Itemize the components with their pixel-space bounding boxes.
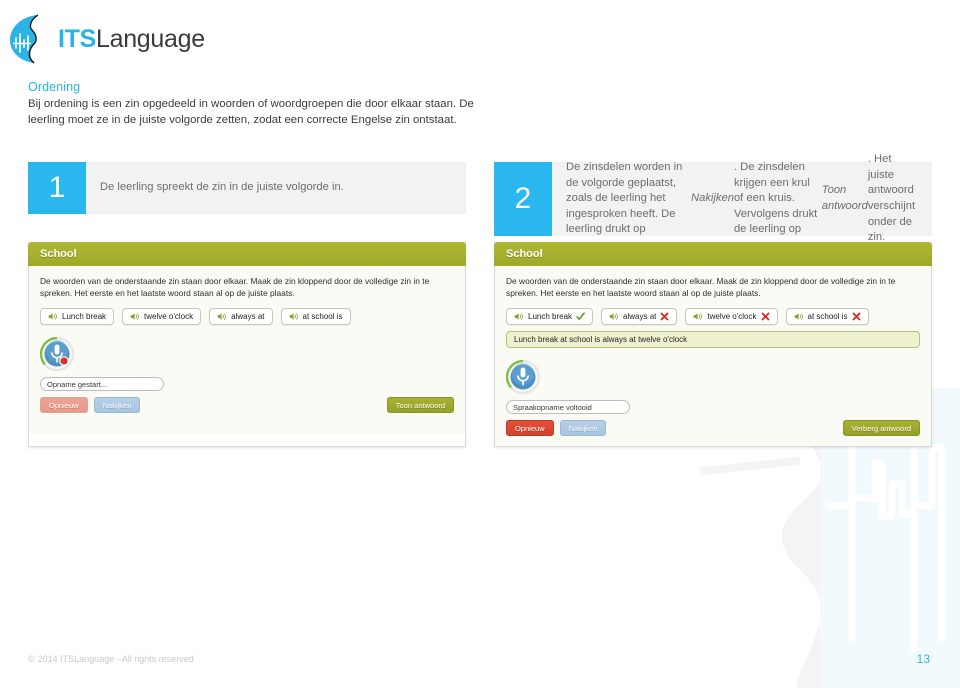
word-chip-label: twelve o'clock — [707, 312, 757, 322]
word-chip[interactable]: Lunch break — [506, 308, 594, 326]
app2-body: De woorden van de onderstaande zin staan… — [495, 266, 931, 447]
brand-name-its: ITS — [58, 24, 96, 53]
speaker-icon — [609, 313, 618, 320]
check-button[interactable]: Nakijken — [559, 420, 607, 437]
word-chip-label: at school is — [807, 312, 848, 322]
step-2-emphasis-toon-antwoord: Toon antwoord — [821, 184, 868, 212]
microphone-icon[interactable] — [506, 360, 540, 395]
step-2-text-part3: . Het juiste antwoord verschijnt onder d… — [867, 153, 916, 244]
steps-row: 1 De leerling spreekt de zin in de juist… — [28, 153, 932, 243]
speaker-icon — [48, 313, 57, 320]
app1-status-field: Opname gestart... — [40, 377, 164, 392]
word-chip-label: always at — [231, 312, 265, 322]
speaker-icon — [514, 313, 523, 320]
word-chip[interactable]: twelve o'clock — [685, 308, 778, 326]
check-icon — [576, 312, 585, 321]
app1-mic-area: Opname gestart... Opnieuw Nakijken Toon … — [40, 337, 454, 414]
app1-title: School — [40, 248, 77, 260]
answer-sentence-bar: Lunch break at school is always at twelv… — [506, 331, 920, 349]
brand-logo: ITSLanguage — [8, 14, 205, 64]
hide-answer-button[interactable]: Verberg antwoord — [842, 420, 920, 437]
step-1: 1 De leerling spreekt de zin in de juist… — [28, 162, 466, 214]
cross-icon — [660, 312, 669, 321]
retry-button[interactable]: Opnieuw — [506, 420, 554, 437]
app1-button-row: Opnieuw Nakijken Toon antwoord — [40, 397, 454, 414]
app1-instruction: De woorden van de onderstaande zin staan… — [40, 276, 430, 298]
speaker-icon — [130, 313, 139, 320]
word-chip[interactable]: Lunch break — [40, 308, 115, 326]
word-chip-label: at school is — [302, 312, 343, 322]
word-chip-label: Lunch break — [62, 312, 107, 322]
speaker-icon — [289, 313, 298, 320]
app2-titlebar: School — [494, 242, 932, 266]
app2-status-field: Spraakopname voltooid — [506, 400, 630, 415]
word-chip-label: twelve o'clock — [144, 312, 194, 322]
step-2-emphasis-nakijken: Nakijken — [691, 192, 734, 205]
app-screenshot-2: School De woorden van de onderstaande zi… — [494, 242, 932, 448]
step-2-text-part1: De zinsdelen worden in de volgorde gepla… — [566, 161, 683, 236]
copyright-text: 2014 ITSLanguage - All rights reserved — [37, 654, 194, 664]
app2-mic-area: Spraakopname voltooid Opnieuw Nakijken V… — [506, 360, 920, 437]
app1-word-chips: Lunch break twelve o'clock always at at … — [40, 308, 454, 326]
its-face-waveform-logo-icon — [10, 14, 39, 64]
screenshots-row: School De woorden van de onderstaande zi… — [28, 242, 932, 448]
microphone-recording-icon[interactable] — [40, 337, 74, 372]
step-2-number: 2 — [494, 162, 552, 236]
intro-section: Ordening Bij ordening is een zin opgedee… — [28, 80, 498, 128]
check-button[interactable]: Nakijken — [93, 397, 141, 414]
app2-word-chips: Lunch break always at twelve o'clock at … — [506, 308, 920, 326]
footer: © 2014 ITSLanguage - All rights reserved — [28, 654, 194, 664]
intro-paragraph: Bij ordening is een zin opgedeeld in woo… — [28, 98, 474, 127]
word-chip[interactable]: always at — [209, 308, 273, 326]
step-1-number: 1 — [28, 162, 86, 214]
cross-icon — [852, 312, 860, 321]
app1-titlebar: School — [28, 242, 466, 266]
word-chip-label: always at — [623, 312, 657, 322]
app2-title: School — [506, 248, 543, 260]
step-2-text-part2: . De zinsdelen krijgen een krul of een k… — [733, 161, 818, 236]
app1-body: De woorden van de onderstaande zin staan… — [29, 266, 465, 434]
brand-wordmark: ITSLanguage — [58, 25, 205, 54]
step-2-text: De zinsdelen worden in de volgorde gepla… — [552, 153, 932, 243]
page-number: 13 — [916, 652, 930, 666]
retry-button[interactable]: Opnieuw — [40, 397, 88, 414]
word-chip-label: Lunch break — [528, 312, 573, 322]
app2-instruction: De woorden van de onderstaande zin staan… — [506, 276, 896, 298]
step-2: 2 De zinsdelen worden in de volgorde gep… — [494, 153, 932, 243]
page-title: Ordening — [28, 80, 81, 94]
step-1-text: De leerling spreekt de zin in de juiste … — [100, 181, 344, 194]
cross-icon — [761, 312, 769, 321]
word-chip[interactable]: at school is — [280, 308, 351, 326]
show-answer-button[interactable]: Toon antwoord — [386, 397, 454, 414]
app2-button-row: Opnieuw Nakijken Verberg antwoord — [506, 420, 920, 437]
speaker-icon — [694, 313, 703, 320]
word-chip[interactable]: always at — [601, 308, 678, 326]
speaker-icon — [794, 313, 803, 320]
word-chip[interactable]: twelve o'clock — [122, 308, 202, 326]
word-chip[interactable]: at school is — [785, 308, 869, 326]
speaker-icon — [217, 313, 226, 320]
app-screenshot-1: School De woorden van de onderstaande zi… — [28, 242, 466, 448]
brand-name-language: Language — [96, 24, 205, 53]
copyright-icon: © — [28, 654, 35, 664]
